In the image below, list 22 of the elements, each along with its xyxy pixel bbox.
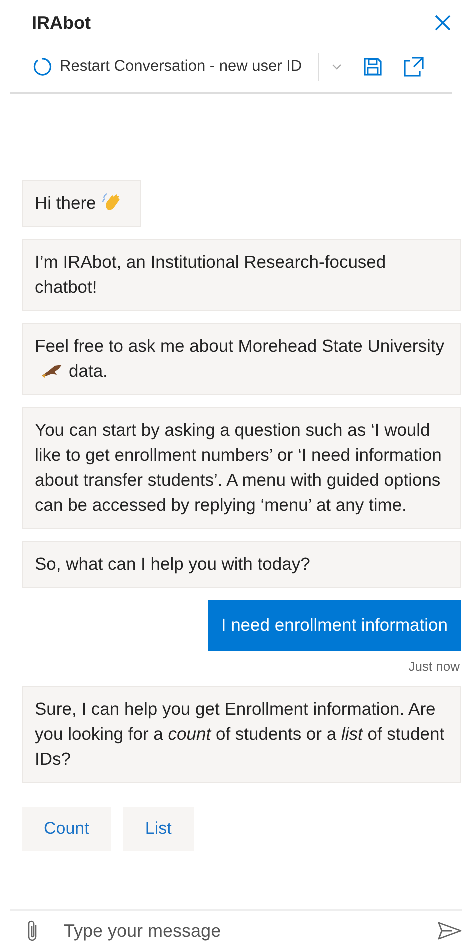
send-icon[interactable] (438, 922, 462, 940)
suggested-action-button[interactable]: Count (22, 807, 112, 851)
refresh-icon (32, 57, 52, 77)
message-text: Feel free to ask me about Morehead State University (35, 336, 445, 356)
message-text: I need enrollment information (221, 615, 448, 635)
chevron-down-icon[interactable] (331, 63, 344, 71)
message-text: data. (69, 361, 108, 381)
timestamp: Just now (408, 659, 460, 674)
message-text: So, what can I help you with today? (35, 554, 310, 574)
close-icon[interactable] (434, 14, 452, 32)
message-text: I’m IRAbot, an Institutional Research-focused chatbot! (35, 252, 386, 297)
bird-icon (41, 364, 63, 380)
message-text: Hi there (35, 193, 96, 213)
window-title: IRAbot (32, 12, 91, 34)
waving-hand-icon (102, 192, 122, 212)
suggested-action-button[interactable]: List (123, 807, 194, 851)
message-input[interactable]: Type your message (62, 920, 416, 942)
message-text: You can start by asking a question such as ‘I would like to get enrollment numbers’ or ‘I need information about transfer students’. A menu with guided options can be accessed by replying ‘menu’ at any time. (35, 420, 442, 515)
restart-button[interactable]: Restart Conversation - new user ID (32, 57, 302, 77)
save-icon[interactable] (363, 57, 384, 77)
message-text: Sure, I can help you get Enrollment information. Are you looking for a count of students or a list of student IDs? (35, 699, 445, 769)
pop-out-icon[interactable] (403, 56, 426, 78)
